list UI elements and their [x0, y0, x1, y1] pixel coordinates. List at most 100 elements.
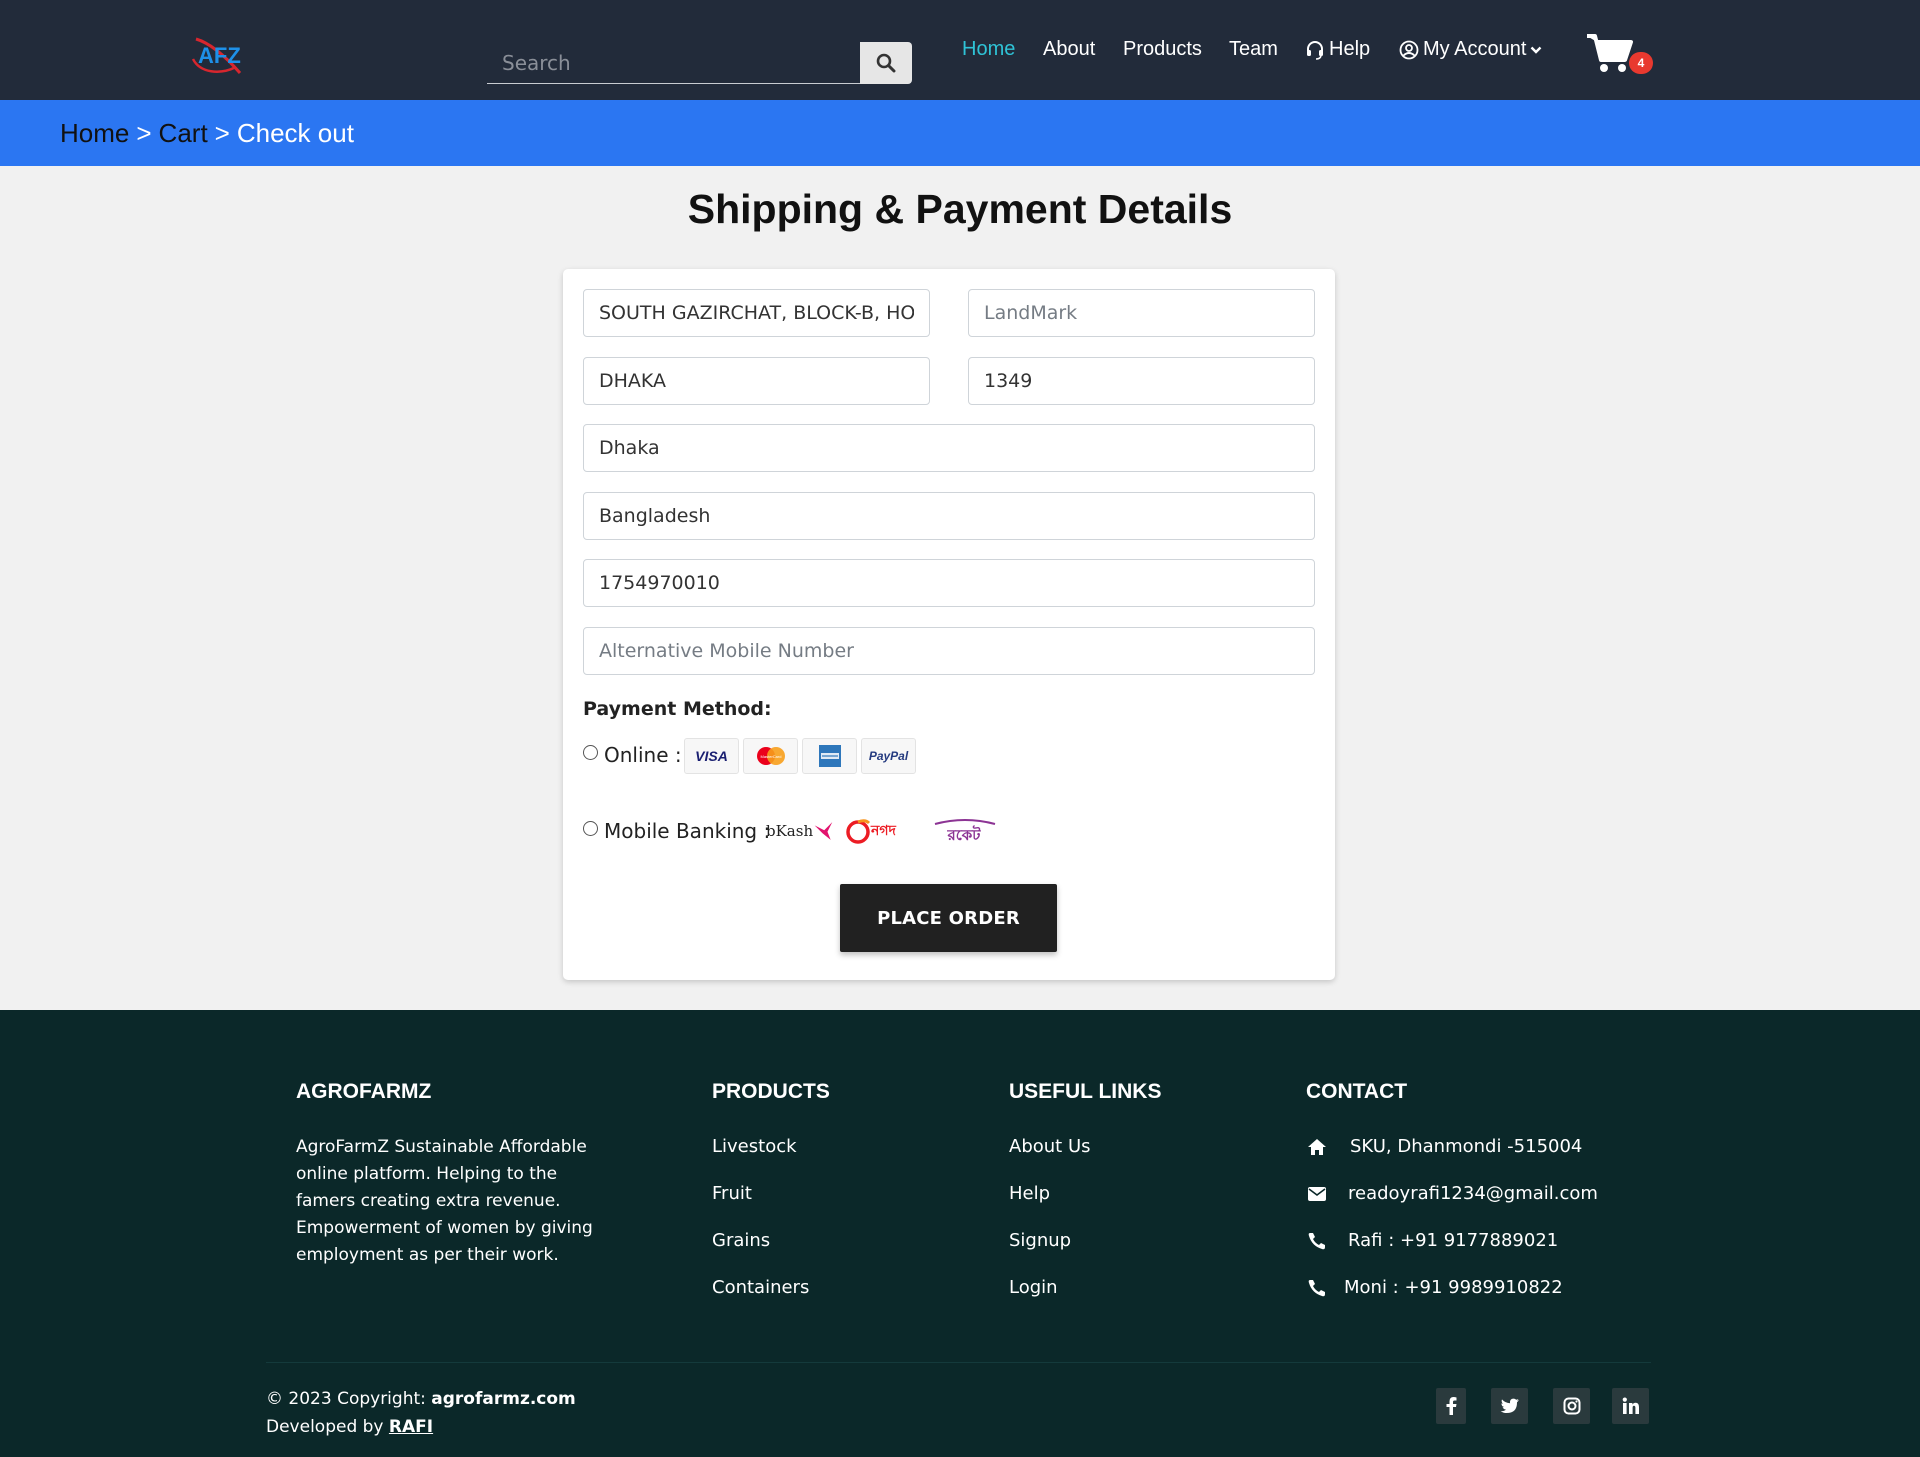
footer-link-about-us[interactable]: About Us — [1009, 1136, 1091, 1157]
nagad-text: নগদ — [871, 823, 896, 839]
state-field[interactable] — [583, 424, 1315, 472]
footer-about-text: AgroFarmZ Sustainable Affordable online … — [296, 1137, 593, 1265]
payment-method-label: Payment Method: — [583, 698, 772, 720]
mobile-banking-radio[interactable] — [583, 820, 598, 836]
place-order-button[interactable]: PLACE ORDER — [840, 884, 1057, 952]
linkedin-icon — [1622, 1397, 1639, 1414]
rocket-text: রকেট — [947, 825, 982, 844]
search-button[interactable] — [860, 42, 912, 84]
nav-account-label: My Account — [1423, 38, 1527, 60]
online-payment-option[interactable]: Online : — [583, 743, 682, 767]
footer-useful-title: USEFUL LINKS — [1009, 1080, 1162, 1103]
nav-help-label: Help — [1329, 38, 1371, 60]
breadcrumb-home[interactable]: Home — [60, 118, 129, 148]
breadcrumb-current: Check out — [236, 118, 354, 148]
my-account-dropdown[interactable]: My Account — [1399, 38, 1542, 61]
instagram-icon — [1563, 1397, 1580, 1415]
nav-products-label: Products — [1123, 38, 1202, 60]
footer-contact-title: CONTACT — [1306, 1080, 1408, 1103]
nav-team-link[interactable]: Team — [1229, 38, 1278, 61]
site-footer: AGROFARMZ AgroFarmZ Sustainable Affordab… — [0, 1010, 1920, 1457]
contact-address: SKU, Dhanmondi -515004 — [1306, 1136, 1582, 1157]
footer-link-livestock[interactable]: Livestock — [712, 1136, 797, 1157]
developed-prefix: Developed by — [266, 1417, 384, 1437]
nav-products-link[interactable]: Products — [1123, 38, 1202, 61]
developer-link[interactable]: RAFI — [389, 1417, 433, 1437]
city-field[interactable] — [583, 357, 930, 405]
nav-team-label: Team — [1229, 38, 1278, 60]
contact-email-text: readoyrafi1234@gmail.com — [1348, 1183, 1598, 1204]
search-icon — [876, 53, 896, 73]
breadcrumb-separator: > — [136, 118, 152, 148]
footer-products-title: PRODUCTS — [712, 1080, 830, 1103]
paypal-card-icon: PayPal — [861, 738, 916, 774]
envelope-icon — [1306, 1184, 1328, 1204]
mobile-banking-label: Mobile Banking : — [604, 819, 771, 843]
shipping-payment-form: Payment Method: Online : VISA MasterCard… — [563, 269, 1335, 980]
logo-icon: AFZ — [191, 37, 242, 74]
copyright-prefix: © 2023 Copyright: — [266, 1389, 426, 1409]
contact-phone-moni: Moni : +91 9989910822 — [1306, 1277, 1563, 1298]
home-icon — [1306, 1137, 1328, 1157]
copyright: © 2023 Copyright: agrofarmz.com Develope… — [266, 1385, 576, 1441]
page-title: Shipping & Payment Details — [687, 186, 1233, 232]
footer-link-fruit[interactable]: Fruit — [712, 1183, 752, 1204]
alt-mobile-field[interactable] — [583, 627, 1315, 675]
landmark-field[interactable] — [968, 289, 1315, 337]
copyright-site-link[interactable]: agrofarmz.com — [431, 1389, 576, 1409]
nav-home-link[interactable]: Home — [962, 38, 1015, 61]
phone-icon — [1306, 1278, 1328, 1298]
contact-email: readoyrafi1234@gmail.com — [1306, 1183, 1598, 1204]
footer-link-help[interactable]: Help — [1009, 1183, 1050, 1204]
contact-phone-moni-text: Moni : +91 9989910822 — [1344, 1277, 1563, 1298]
search-input[interactable] — [487, 42, 860, 84]
mobile-banking-option[interactable]: Mobile Banking : — [583, 819, 770, 843]
footer-link-signup[interactable]: Signup — [1009, 1230, 1071, 1251]
mobile-field[interactable] — [583, 559, 1315, 607]
contact-address-text: SKU, Dhanmondi -515004 — [1350, 1136, 1583, 1157]
bkash-text: bKash — [766, 822, 814, 840]
mastercard-icon: MasterCard — [743, 738, 798, 774]
footer-link-containers[interactable]: Containers — [712, 1277, 809, 1298]
paypal-text: PayPal — [868, 749, 909, 763]
instagram-button[interactable] — [1553, 1388, 1590, 1424]
breadcrumb-cart[interactable]: Cart — [159, 118, 208, 148]
nav-help-link[interactable]: Help — [1305, 38, 1370, 61]
footer-link-login[interactable]: Login — [1009, 1277, 1058, 1298]
logo-text: AFZ — [198, 43, 241, 68]
contact-phone-rafi-text: Rafi : +91 9177889021 — [1348, 1230, 1559, 1251]
user-circle-icon — [1399, 40, 1419, 59]
contact-phone-rafi: Rafi : +91 9177889021 — [1306, 1230, 1558, 1251]
cart-button[interactable]: 4 — [1585, 32, 1655, 78]
nav-about-link[interactable]: About — [1043, 38, 1095, 61]
phone-icon — [1306, 1231, 1328, 1251]
address-field[interactable] — [583, 289, 930, 337]
site-logo[interactable]: AFZ — [190, 33, 246, 77]
bkash-logo-icon: bKash — [766, 814, 834, 848]
nav-about-label: About — [1043, 38, 1096, 60]
visa-card-icon: VISA — [684, 738, 739, 774]
amex-card-icon — [802, 738, 857, 774]
linkedin-button[interactable] — [1612, 1388, 1649, 1424]
mastercard-text: MasterCard — [760, 754, 781, 759]
cart-icon — [1587, 34, 1633, 72]
footer-divider — [266, 1362, 1651, 1363]
online-label: Online : — [604, 743, 682, 767]
breadcrumb-bar: Home > Cart > Check out — [0, 100, 1920, 166]
cart-count-badge: 4 — [1629, 52, 1653, 74]
headset-icon — [1307, 40, 1323, 60]
twitter-button[interactable] — [1491, 1388, 1528, 1424]
breadcrumb-separator: > — [214, 118, 230, 148]
breadcrumb: Home > Cart > Check out — [60, 118, 354, 149]
nav-home-label: Home — [962, 38, 1016, 60]
rocket-logo-icon: রকেট — [925, 814, 1003, 848]
postcode-field[interactable] — [968, 357, 1315, 405]
footer-link-grains[interactable]: Grains — [712, 1230, 770, 1251]
chevron-down-icon — [1531, 46, 1542, 54]
search-bar — [487, 42, 912, 84]
country-field[interactable] — [583, 492, 1315, 540]
nagad-logo-icon: নগদ — [845, 814, 911, 848]
online-radio[interactable] — [583, 744, 598, 760]
facebook-button[interactable] — [1436, 1388, 1466, 1424]
twitter-icon — [1500, 1398, 1519, 1413]
